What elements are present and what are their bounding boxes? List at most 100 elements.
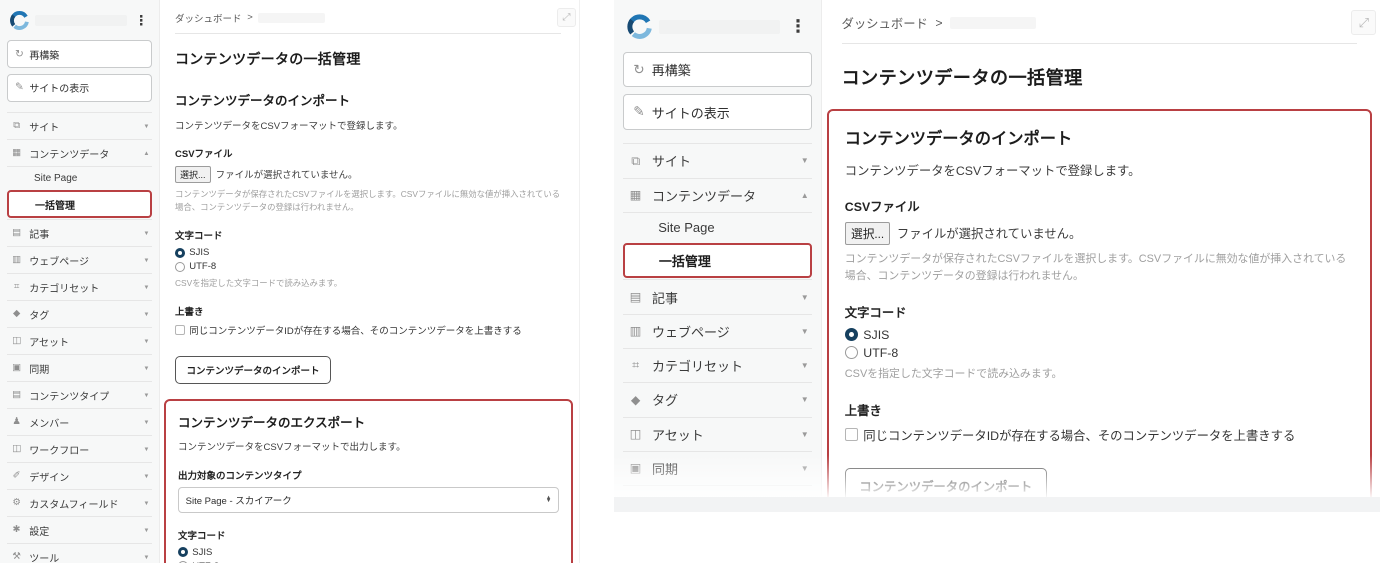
sidebar-item-content-types[interactable]: ▤ コンテンツタイプ ▼ [623,485,812,512]
sidebar-item-label: サイト [29,122,60,134]
import-submit-button[interactable]: コンテンツデータのインポート [175,356,331,384]
chevron-down-icon[interactable]: ▼ [143,392,149,399]
sidebar-item-members[interactable]: ♟ メンバー ▼ [7,408,152,435]
chevron-down-icon[interactable]: ▼ [143,446,149,453]
chevron-down-icon[interactable]: ▼ [143,284,149,291]
chevron-down-icon[interactable]: ▼ [801,430,809,439]
import-submit-button[interactable]: コンテンツデータのインポート [844,468,1047,504]
expand-icon[interactable]: ⤢ [1351,10,1377,36]
sidebar-item-entries[interactable]: ▤ 記事 ▼ [7,219,152,246]
chevron-down-icon[interactable]: ▼ [143,230,149,237]
breadcrumb-dashboard[interactable]: ダッシュボード [842,14,928,32]
chevron-down-icon[interactable]: ▼ [801,327,809,336]
chevron-down-icon[interactable]: ▼ [143,473,149,480]
breadcrumb: ダッシュボード > [175,0,561,34]
chevron-down-icon[interactable]: ▼ [801,395,809,404]
breadcrumb-dashboard[interactable]: ダッシュボード [175,11,242,25]
sidebar-subitem-site-page[interactable]: Site Page [623,211,812,242]
import-radio-sjis-row[interactable]: SJIS [844,328,1355,342]
main-content: ダッシュボード > ⤢ コンテンツデータの一括管理 コンテンツデータのインポート… [822,0,1380,512]
radio-utf8-label: UTF-8 [189,261,217,273]
sidebar-item-workflow[interactable]: ◫ ワークフロー ▼ [7,435,152,462]
rebuild-button[interactable]: ↻ 再構築 [7,40,152,68]
sidebar-nav: ⧉ サイト ▼ ▦ コンテンツデータ ▲ Site Page 一括管理 ▤ 記事 ▼ ▥ ウェブページ ▼… [623,143,812,512]
sidebar-item-entries[interactable]: ▤ 記事 ▼ [623,279,812,313]
export-charset-label: 文字コード [178,530,226,542]
chevron-down-icon[interactable]: ▼ [801,498,809,507]
chevron-down-icon[interactable]: ▼ [143,338,149,345]
sidebar-subitem-site-page[interactable]: Site Page [7,166,152,189]
sidebar-item-label: ウェブページ [652,324,730,340]
file-select-button[interactable]: 選択... [844,222,891,245]
overwrite-checkbox[interactable] [844,428,858,442]
sidebar-item-web-pages[interactable]: ▥ ウェブページ ▼ [623,313,812,348]
kebab-menu-icon[interactable]: ⋮ [787,17,810,36]
file-status-text: ファイルが選択されていません。 [896,227,1082,242]
view-site-label: サイトの表示 [29,84,90,95]
sidebar-subitem-bulk-management[interactable]: 一括管理 [7,190,152,218]
chevron-up-icon[interactable]: ▲ [143,150,149,157]
chevron-down-icon[interactable]: ▼ [143,554,149,561]
chevron-down-icon[interactable]: ▼ [143,527,149,534]
export-radio-sjis-row[interactable]: SJIS [178,547,559,558]
chevron-down-icon[interactable]: ▼ [143,419,149,426]
view-site-button[interactable]: ✎ サイトの表示 [623,94,812,130]
chevron-down-icon[interactable]: ▼ [801,293,809,302]
chevron-down-icon[interactable]: ▼ [143,311,149,318]
chevron-down-icon[interactable]: ▼ [143,257,149,264]
sidebar-item-site[interactable]: ⧉ サイト ▼ [7,112,152,139]
overwrite-checkbox[interactable] [175,325,185,336]
chevron-down-icon[interactable]: ▼ [801,464,809,473]
file-select-button[interactable]: 選択... [175,165,211,184]
view-site-button[interactable]: ✎ サイトの表示 [7,73,152,102]
import-section: コンテンツデータのインポート コンテンツデータをCSVフォーマットで登録します。… [827,109,1373,512]
chevron-down-icon[interactable]: ▼ [143,500,149,507]
sidebar-item-site[interactable]: ⧉ サイト ▼ [623,143,812,177]
radio-utf8-icon[interactable] [844,346,858,359]
chevron-up-icon[interactable]: ▲ [801,191,809,200]
breadcrumb-redacted [258,13,325,23]
kebab-menu-icon[interactable]: ⋮ [132,14,150,28]
import-radio-utf8-row[interactable]: UTF-8 [844,346,1355,360]
sidebar-item-content-types[interactable]: ▤ コンテンツタイプ ▼ [7,381,152,408]
sidebar-item-sync[interactable]: ▣ 同期 ▼ [7,354,152,381]
overwrite-row[interactable]: 同じコンテンツデータIDが存在する場合、そのコンテンツデータを上書きする [175,323,561,337]
import-radio-utf8-row[interactable]: UTF-8 [175,261,561,272]
sidebar-item-assets[interactable]: ◫ アセット ▼ [623,416,812,451]
chevron-down-icon[interactable]: ▼ [801,156,809,165]
radio-sjis-icon[interactable] [178,547,188,558]
overwrite-row[interactable]: 同じコンテンツデータIDが存在する場合、そのコンテンツデータを上書きする [844,426,1355,444]
sidebar-item-tags[interactable]: ◆ タグ ▼ [7,300,152,327]
sync-icon: ▣ [629,461,642,476]
import-description: コンテンツデータをCSVフォーマットで登録します。 [175,121,403,133]
import-radio-sjis-row[interactable]: SJIS [175,247,561,258]
rebuild-button[interactable]: ↻ 再構築 [623,51,812,88]
sidebar-item-assets[interactable]: ◫ アセット ▼ [7,327,152,354]
sidebar-item-tools[interactable]: ⚒ ツール ▼ [7,543,152,563]
chevron-down-icon[interactable]: ▼ [801,361,809,370]
member-icon: ♟ [12,416,21,428]
radio-sjis-icon[interactable] [844,328,858,342]
sidebar-item-tags[interactable]: ◆ タグ ▼ [623,382,812,416]
sidebar-item-category-sets[interactable]: ⌗ カテゴリセット ▼ [7,273,152,300]
overwrite-label: 上書き [844,403,882,418]
radio-sjis-icon[interactable] [175,247,185,258]
export-heading: コンテンツデータのエクスポート [178,415,366,430]
sidebar-subitem-bulk-management[interactable]: 一括管理 [623,243,812,279]
sidebar-item-content-data[interactable]: ▦ コンテンツデータ ▲ [7,139,152,166]
sidebar-item-sync[interactable]: ▣ 同期 ▼ [623,450,812,485]
radio-utf8-icon[interactable] [175,261,185,272]
expand-icon[interactable]: ⤢ [557,8,576,27]
content-type-select[interactable]: Site Page - スカイアーク ▲ ▼ [178,486,559,514]
import-charset-hint: CSVを指定した文字コードで読み込みます。 [175,277,343,288]
chevron-down-icon[interactable]: ▼ [143,123,149,130]
sidebar-item-design[interactable]: ✐ デザイン ▼ [7,462,152,489]
sidebar-item-content-data[interactable]: ▦ コンテンツデータ ▲ [623,177,812,212]
view-site-label: サイトの表示 [651,105,730,121]
sidebar-item-settings[interactable]: ✱ 設定 ▼ [7,516,152,543]
sidebar-item-custom-fields[interactable]: ⚙ カスタムフィールド ▼ [7,489,152,516]
sidebar-item-web-pages[interactable]: ▥ ウェブページ ▼ [7,246,152,273]
sidebar-item-category-sets[interactable]: ⌗ カテゴリセット ▼ [623,348,812,382]
export-description: コンテンツデータをCSVフォーマットで出力します。 [178,442,406,454]
chevron-down-icon[interactable]: ▼ [143,365,149,372]
